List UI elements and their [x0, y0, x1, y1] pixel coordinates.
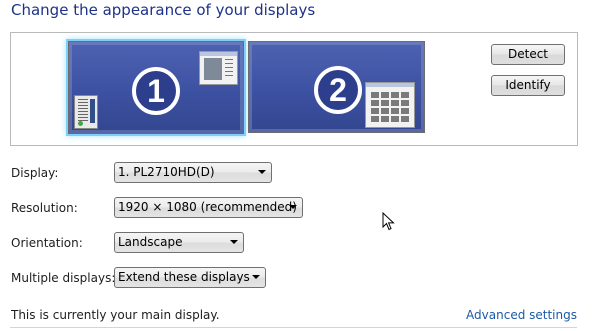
- window-thumbnail-icon: [199, 51, 238, 85]
- chevron-down-icon: [230, 240, 238, 244]
- mouse-cursor-icon: [382, 212, 395, 231]
- display-select-value: 1. PL2710HD(D): [118, 165, 215, 179]
- multiple-displays-select[interactable]: Extend these displays: [114, 267, 266, 288]
- monitor-2[interactable]: 2: [248, 41, 425, 133]
- main-display-status: This is currently your main display.: [11, 308, 220, 322]
- chevron-down-icon: [252, 275, 260, 279]
- orientation-select-value: Landscape: [118, 235, 183, 249]
- resolution-label: Resolution:: [11, 201, 78, 215]
- multiple-displays-label: Multiple displays:: [11, 271, 116, 285]
- resolution-select-value: 1920 × 1080 (recommended): [118, 200, 297, 214]
- multiple-displays-select-value: Extend these displays: [118, 270, 250, 284]
- advanced-settings-link[interactable]: Advanced settings: [466, 308, 577, 322]
- display-label: Display:: [11, 166, 59, 180]
- chevron-down-icon: [289, 205, 297, 209]
- monitor-number-badge: 1: [132, 67, 180, 115]
- start-menu-icon: [74, 95, 98, 129]
- monitor-1[interactable]: 1: [68, 41, 244, 134]
- display-arrangement-area: 1 2 Detect Identify: [10, 32, 578, 146]
- app-grid-window-icon: [365, 82, 415, 128]
- chevron-down-icon: [258, 170, 266, 174]
- monitor-number-badge: 2: [314, 66, 362, 114]
- detect-button[interactable]: Detect: [491, 44, 565, 65]
- divider: [10, 327, 577, 328]
- identify-button[interactable]: Identify: [491, 75, 565, 96]
- resolution-select[interactable]: 1920 × 1080 (recommended): [114, 197, 303, 218]
- orientation-label: Orientation:: [11, 236, 83, 250]
- display-select[interactable]: 1. PL2710HD(D): [114, 162, 272, 183]
- page-title: Change the appearance of your displays: [11, 1, 316, 19]
- orientation-select[interactable]: Landscape: [114, 232, 244, 253]
